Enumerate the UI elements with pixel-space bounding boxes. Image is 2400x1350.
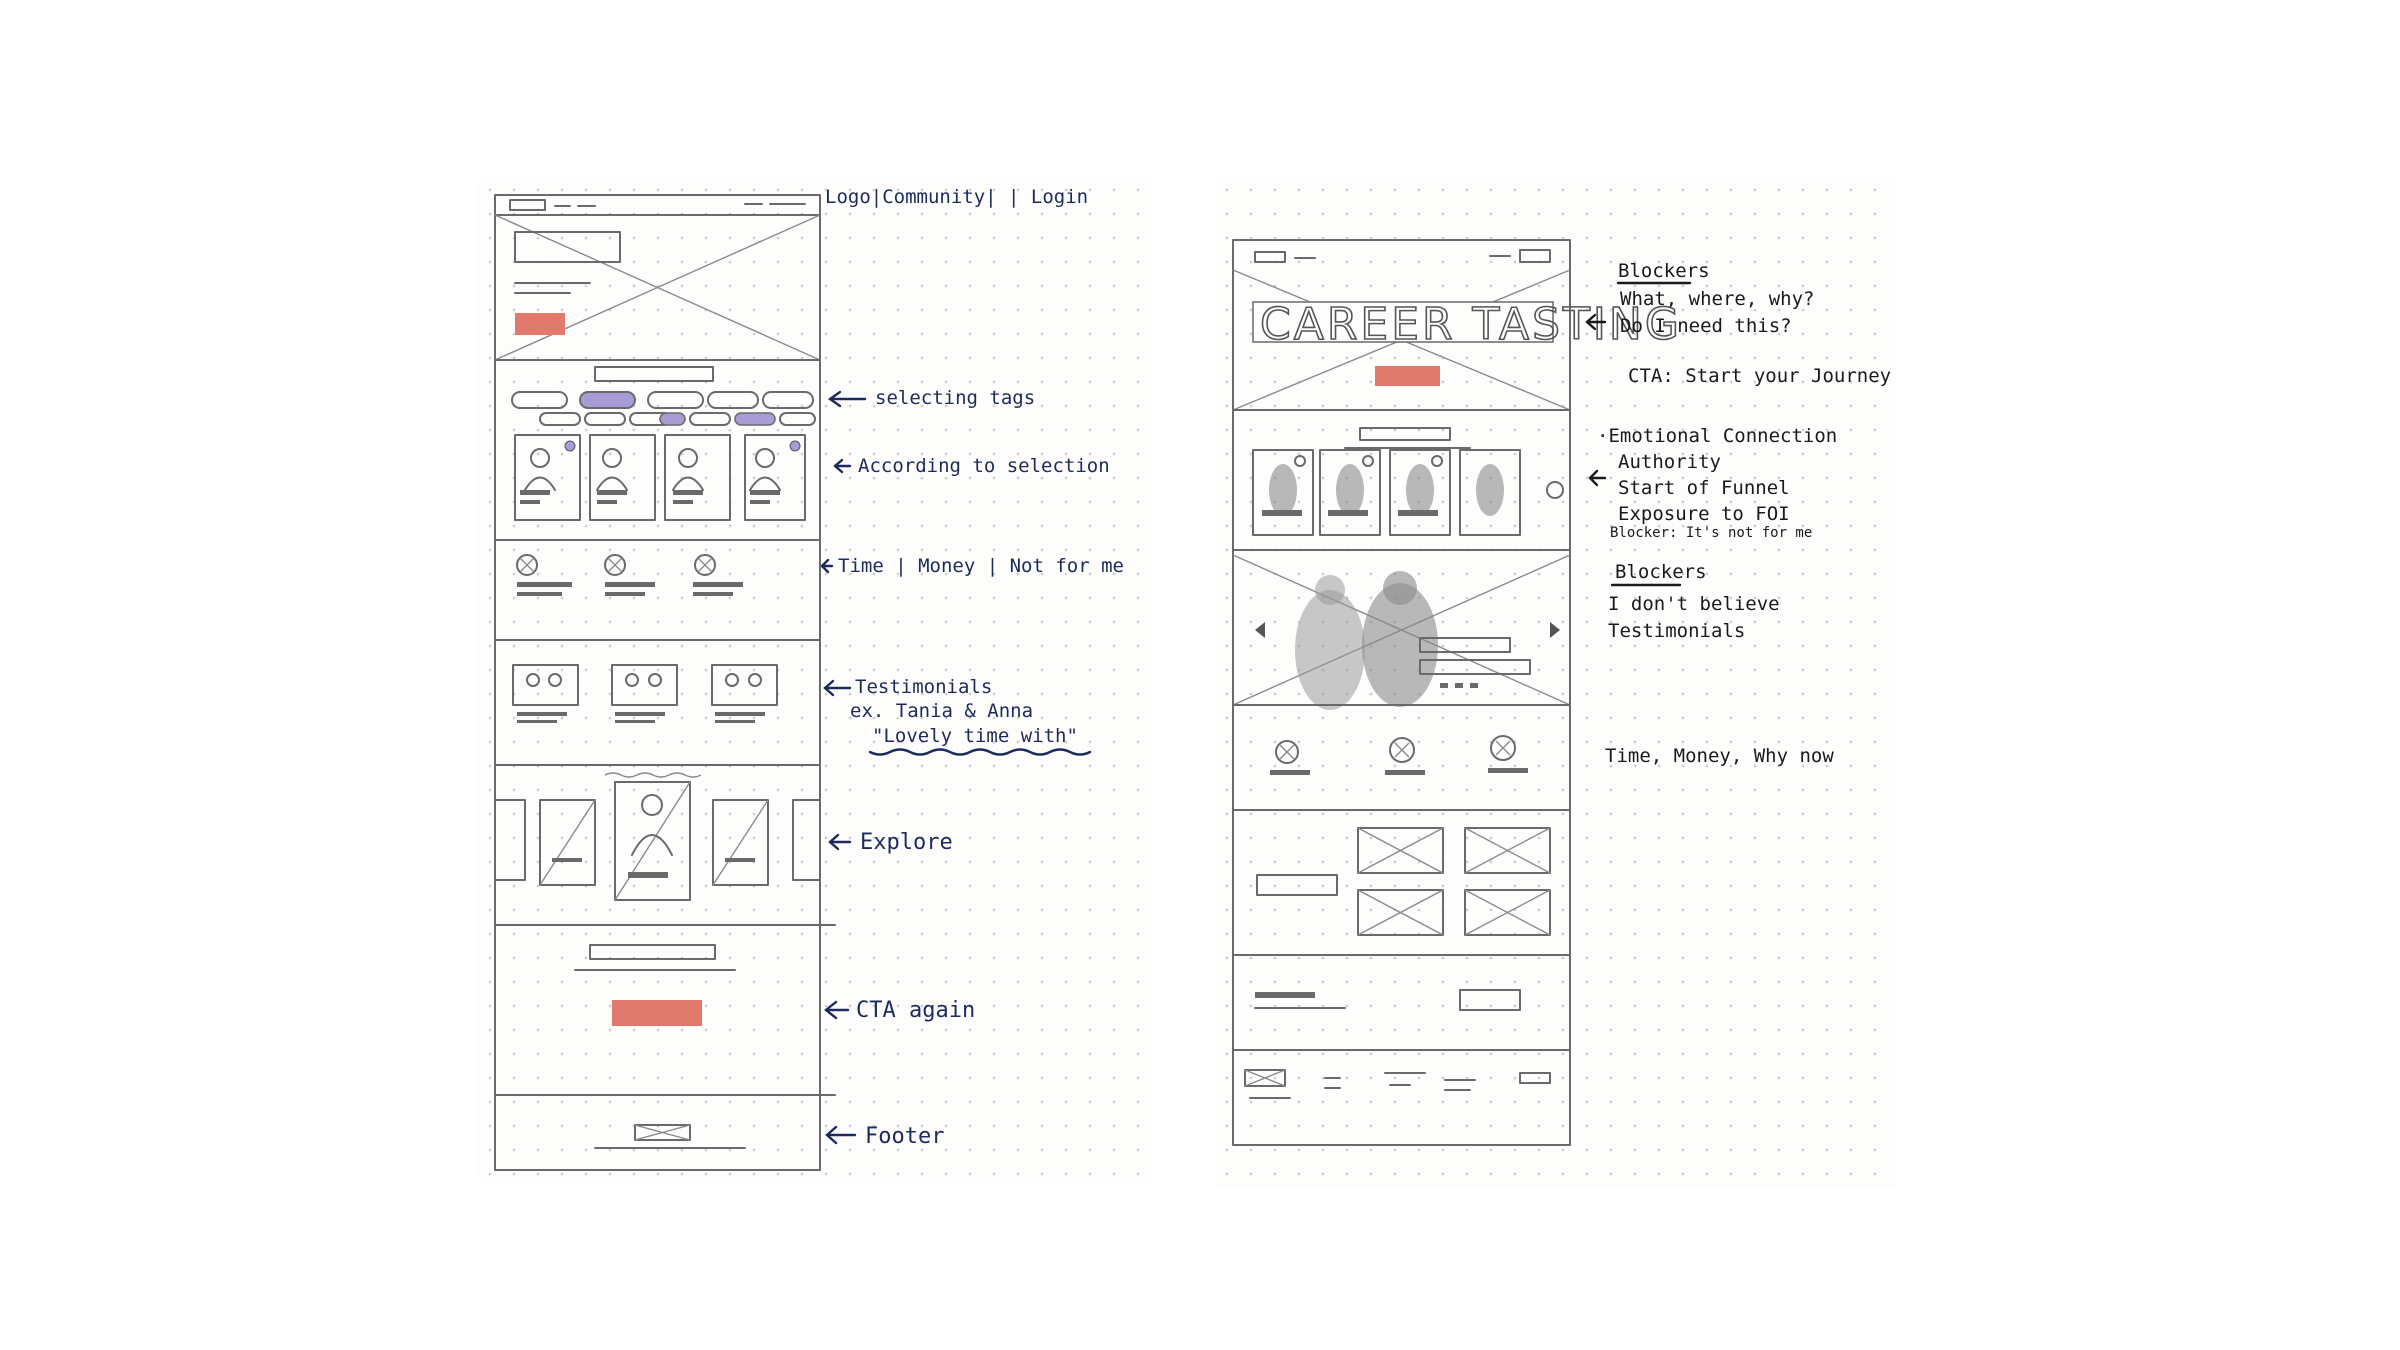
note-start-funnel: Start of Funnel	[1618, 477, 1790, 499]
note-testimonials-example: ex. Tania & Anna	[850, 700, 1033, 722]
note-authority: Authority	[1618, 451, 1721, 473]
right-signup	[1232, 989, 1571, 1051]
note-testimonials: Testimonials	[855, 676, 992, 698]
right-hero-cta-button	[1375, 366, 1440, 386]
right-blocker-icons	[1232, 735, 1571, 811]
note-emotional: ·Emotional Connection	[1597, 425, 1837, 447]
note-time-money-why-now: Time, Money, Why now	[1605, 745, 1834, 767]
left-annotations: Logo|Community| | Login selecting tags A…	[820, 186, 1124, 1149]
note-blockers-line1: What, where, why?	[1620, 288, 1814, 310]
nav-note: Logo|Community| | Login	[825, 186, 1088, 208]
note-according-selection: According to selection	[858, 455, 1110, 477]
wireframe-sketches: Logo|Community| | Login selecting tags A…	[494, 186, 1891, 1171]
left-hero-cta-button	[515, 313, 565, 335]
right-annotations: Blockers What, where, why? Do I need thi…	[1585, 260, 1891, 767]
note-blockers-line2: Do I need this?	[1620, 315, 1792, 337]
note-footer: Footer	[865, 1124, 944, 1149]
right-testimonial-slider	[1232, 554, 1571, 710]
note-blockers2-heading: Blockers	[1615, 561, 1707, 583]
left-footer	[594, 1124, 746, 1149]
left-testimonials	[494, 664, 821, 766]
right-gallery	[1232, 827, 1571, 956]
note-explore: Explore	[860, 830, 953, 855]
right-hero: CAREER TASTING	[1232, 249, 1682, 411]
note-dont-believe: I don't believe	[1608, 593, 1780, 615]
note-exposure: Exposure to FOI	[1618, 503, 1790, 525]
right-authority-cards	[1232, 427, 1571, 551]
right-wireframe: CAREER TASTING	[1232, 239, 1682, 1146]
hero-title: CAREER TASTING	[1260, 299, 1682, 350]
left-cta-again-button	[612, 1000, 702, 1026]
left-cta-again-section	[494, 944, 836, 1096]
note-time-money: Time | Money | Not for me	[838, 555, 1124, 577]
note-cta-again: CTA again	[856, 998, 975, 1023]
note-testimonials-quote: "Lovely time with"	[872, 725, 1078, 747]
tag-selected	[579, 391, 636, 409]
note-cta: CTA: Start your Journey	[1628, 365, 1891, 387]
note-blockers-heading: Blockers	[1618, 260, 1710, 282]
left-nav	[509, 199, 806, 211]
note-blocker-not-for-me: Blocker: It's not for me	[1610, 525, 1812, 541]
left-wireframe	[494, 194, 836, 1171]
note-selecting-tags: selecting tags	[875, 387, 1035, 409]
right-footer	[1244, 1069, 1551, 1099]
left-hero	[494, 214, 821, 361]
left-selection-cards	[494, 434, 821, 541]
left-blocker-icons	[494, 554, 821, 641]
left-tag-selector	[511, 366, 816, 426]
left-explore-carousel	[494, 772, 836, 926]
note-testimonials-right: Testimonials	[1608, 620, 1745, 642]
